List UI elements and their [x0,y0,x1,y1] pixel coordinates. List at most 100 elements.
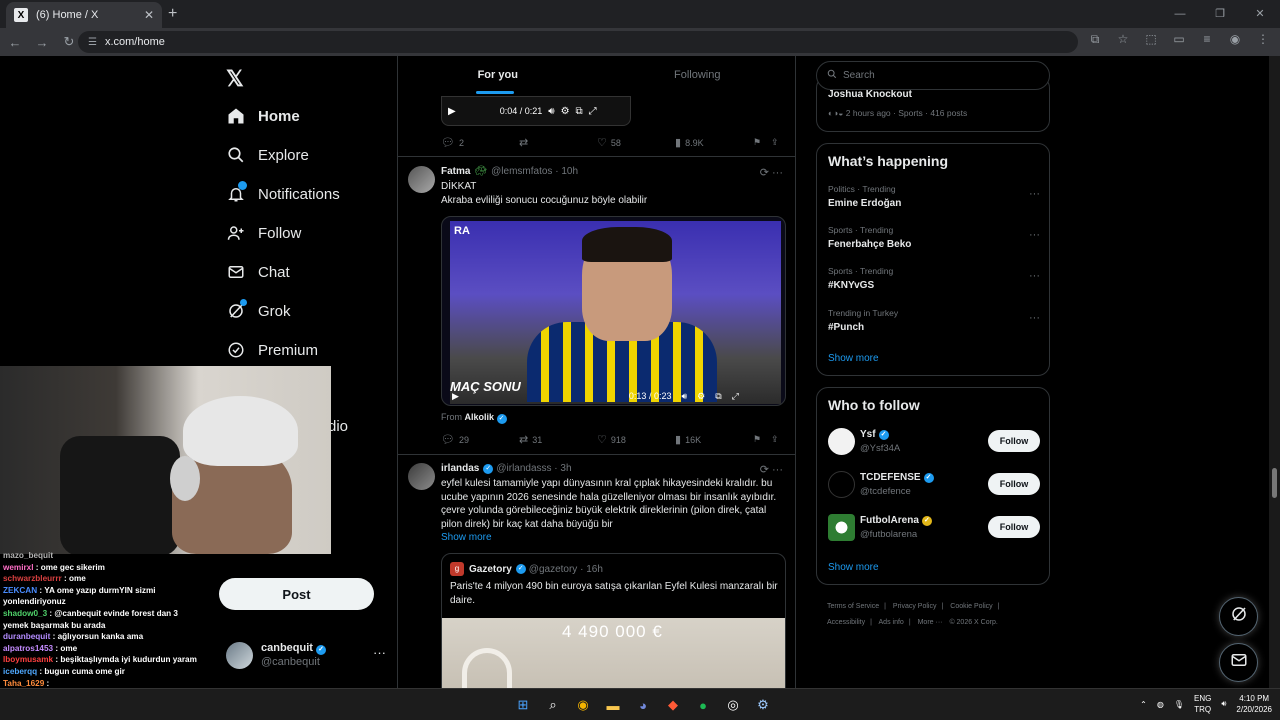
x-logo-icon[interactable]: 𝕏 [226,66,244,92]
site-info-icon[interactable]: ☰ [88,37,97,48]
volume-icon[interactable]: 🔊︎ [1221,699,1226,709]
more-dots-icon[interactable]: ⟳ ··· [760,166,783,179]
reading-list-icon[interactable]: ≡ [1198,32,1216,47]
like-button[interactable]: ♡ 918 [597,433,675,446]
account-switcher[interactable]: canbequit ✓ @canbequit ··· [226,641,386,669]
nav-home[interactable]: Home [226,106,300,126]
pip-icon[interactable]: ⧉ [576,106,583,117]
footer-link[interactable]: Ads info [879,619,904,626]
reply-button[interactable]: 💬︎ 29 [441,433,519,446]
chrome-icon[interactable]: ◉ [572,694,594,716]
discord-icon[interactable]: ◕ [632,694,654,716]
browser-tab[interactable]: X (6) Home / X ✕ [6,2,162,28]
app-icon[interactable]: ◆ [662,694,684,716]
pip-icon[interactable]: ⧉ [715,391,721,402]
author-handle[interactable]: @lemsmfatos · 10h [491,166,578,177]
close-window-button[interactable]: ✕ [1240,0,1280,28]
nav-grok[interactable]: Grok [226,299,291,321]
reply-button[interactable]: 💬︎ 2 [441,136,519,149]
trend-item[interactable]: Trending in Turkey #Punch ··· [828,308,1040,333]
settings-icon[interactable]: ⚙ [697,391,705,402]
share-icon[interactable]: ⇪ [771,433,779,446]
follow-suggestion[interactable]: FutbolArena ✓ @futbolarena Follow [828,513,1040,543]
settings-icon[interactable]: ⚙ [561,106,570,117]
scrollbar-thumb[interactable] [1272,468,1277,498]
follow-suggestion[interactable]: TCDEFENSE ✓ @tcdefence Follow [828,470,1040,500]
forward-icon[interactable]: → [30,35,54,50]
volume-icon[interactable]: 🔊︎ [548,106,554,117]
address-bar[interactable]: ☰ x.com/home [78,31,1078,53]
video-player[interactable]: ▶ 0:04 / 0:21 🔊︎ ⚙ ⧉ ⤢ [441,96,631,126]
avatar[interactable] [408,463,435,490]
tab-for-you[interactable]: For you [398,56,598,94]
play-icon[interactable]: ▶ [452,391,459,402]
share-icon[interactable]: ⇪ [771,136,779,149]
search-icon[interactable]: ⌕ [542,694,564,716]
video-player[interactable]: RA MAÇ SONU ▶ 0:13 / 0:23 🔊︎ ⚙ ⧉ ⤢ [441,216,786,406]
author-name[interactable]: Fatma [441,166,470,177]
footer-link[interactable]: Accessibility [827,619,865,626]
new-tab-button[interactable]: + [168,5,177,23]
more-dots-icon[interactable]: ··· [1029,270,1040,282]
nav-follow[interactable]: Follow [226,223,301,243]
more-dots-icon[interactable]: ··· [1029,188,1040,200]
clock[interactable]: 4:10 PM 2/20/2026 [1236,693,1272,715]
back-icon[interactable]: ← [3,35,27,50]
trend-item[interactable]: Sports · Trending Fenerbahçe Beko ··· [828,225,1040,250]
footer-link[interactable]: More ··· [918,619,943,626]
sidepanel-icon[interactable]: ▭ [1170,32,1188,47]
post-button[interactable]: Post [219,578,374,610]
repost-button[interactable]: ⇄ [519,136,597,149]
nav-premium[interactable]: Premium [226,340,318,360]
more-dots-icon[interactable]: ··· [1029,312,1040,324]
menu-dots-icon[interactable]: ⋮ [1254,32,1272,47]
profile-icon[interactable]: ◉ [1226,32,1244,47]
install-icon[interactable]: ⧉ [1086,32,1104,47]
more-dots-icon[interactable]: ··· [1029,229,1040,241]
footer-link[interactable]: Terms of Service [827,603,879,610]
tray-app-icon[interactable]: ◍ [1157,700,1164,709]
page-scrollbar[interactable] [1269,56,1280,688]
bookmark-icon[interactable]: ⚑ [753,136,771,149]
like-button[interactable]: ♡ 58 [597,136,675,149]
nav-chat[interactable]: Chat [226,262,290,282]
author-handle[interactable]: @irlandasss · 3h [496,463,571,474]
more-dots-icon[interactable]: ⟳ ··· [760,463,783,476]
show-more-link[interactable]: Show more [828,353,879,364]
follow-suggestion[interactable]: Ysf ✓ @Ysf34A Follow [828,427,1040,457]
footer-link[interactable]: Cookie Policy [950,603,992,610]
views-button[interactable]: ▮ 8.9K [675,136,753,149]
footer-link[interactable]: Privacy Policy [893,603,937,610]
file-explorer-icon[interactable]: ▬ [602,694,624,716]
settings-icon[interactable]: ⚙ [752,694,774,716]
windows-start-icon[interactable]: ⊞ [512,694,534,716]
avatar[interactable] [408,166,435,193]
messages-float-button[interactable] [1219,643,1258,682]
language-indicator[interactable]: ENG TRQ [1194,693,1211,715]
bookmark-star-icon[interactable]: ☆ [1114,32,1132,47]
trend-item[interactable]: Politics · Trending Emine Erdoğan ··· [828,184,1040,209]
repost-button[interactable]: ⇄ 31 [519,433,597,446]
minimize-button[interactable]: — [1160,0,1200,28]
tab-following[interactable]: Following [598,56,796,94]
bookmark-icon[interactable]: ⚑ [753,433,771,446]
show-more-link[interactable]: Show more [828,562,879,573]
fullscreen-icon[interactable]: ⤢ [589,106,597,117]
source-link[interactable]: Alkolik [465,412,495,422]
show-more-link[interactable]: Show more [441,531,786,545]
nav-notifications[interactable]: Notifications [226,181,340,204]
volume-icon[interactable]: 🔊︎ [681,391,687,402]
maximize-button[interactable]: ❐ [1200,0,1240,28]
nav-partial-item[interactable]: dio [328,418,348,435]
follow-button[interactable]: Follow [988,430,1040,452]
spotify-icon[interactable]: ● [692,694,714,716]
grok-float-button[interactable] [1219,597,1258,636]
obs-icon[interactable]: ◎ [722,694,744,716]
search-input[interactable]: Search [816,61,1050,90]
views-button[interactable]: ▮ 16K [675,433,753,446]
chevron-up-icon[interactable]: ⌃ [1140,700,1147,709]
follow-button[interactable]: Follow [988,473,1040,495]
trend-item[interactable]: Sports · Trending #KNYvGS ··· [828,266,1040,291]
play-icon[interactable]: ▶ [448,106,456,117]
author-name[interactable]: irlandas [441,463,479,474]
